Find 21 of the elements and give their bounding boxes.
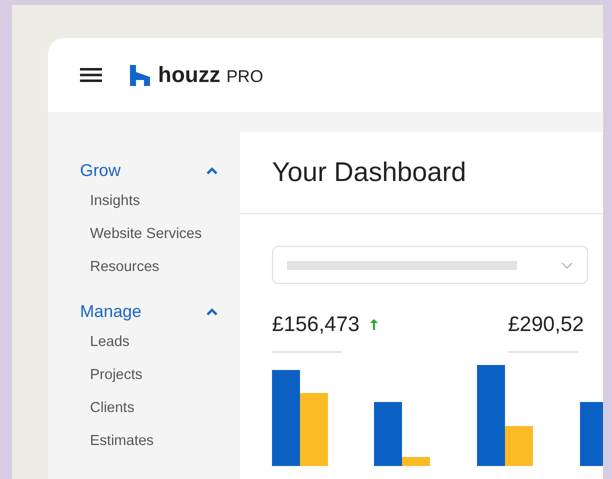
metric-value: £156,473: [272, 312, 360, 338]
sidebar-item[interactable]: Clients: [80, 392, 218, 425]
sidebar-item[interactable]: Website Services: [80, 218, 218, 251]
select-field[interactable]: [272, 246, 588, 284]
page-title: Your Dashboard: [272, 156, 466, 190]
sidebar-item[interactable]: Insights: [80, 185, 218, 218]
menu-icon[interactable]: [80, 68, 102, 82]
section-heading[interactable]: Manage: [80, 299, 142, 325]
chevron-up-icon[interactable]: [206, 308, 218, 316]
brand-name: houzz: [158, 64, 220, 86]
sidebar-item[interactable]: Leads: [80, 326, 218, 359]
sidebar-item[interactable]: Estimates: [80, 425, 218, 458]
sidebar-item[interactable]: Resources: [80, 251, 218, 284]
brand-suffix: PRO: [226, 68, 264, 85]
sidebar-item[interactable]: Projects: [80, 359, 218, 392]
house-logo-icon: [130, 64, 150, 86]
chevron-down-icon: [561, 262, 573, 268]
chevron-up-icon[interactable]: [206, 167, 218, 175]
section-heading[interactable]: Grow: [80, 158, 121, 184]
bar: [580, 402, 603, 466]
metric-value: £290,52: [508, 312, 584, 338]
